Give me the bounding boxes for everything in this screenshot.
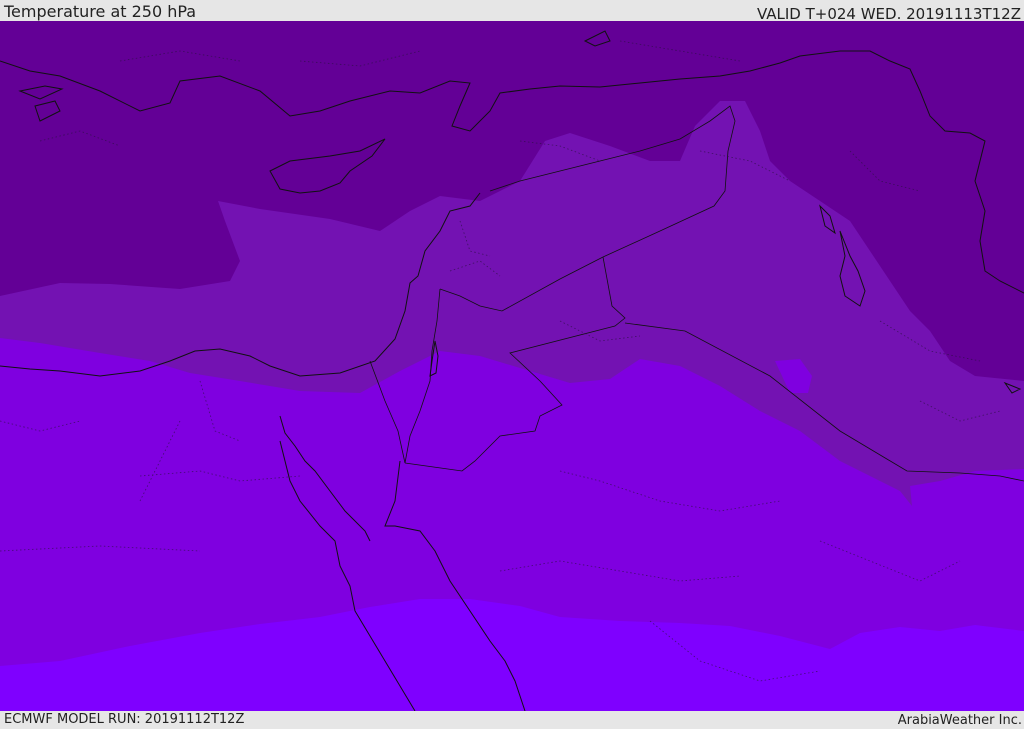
map-title: Temperature at 250 hPa <box>4 2 197 21</box>
temperature-map <box>0 21 1024 711</box>
header-bar: Temperature at 250 hPa VALID T+024 WED. … <box>0 0 1024 23</box>
model-run-label: ECMWF MODEL RUN: 20191112T12Z <box>4 712 245 727</box>
credit-label: ArabiaWeather Inc. <box>897 713 1022 728</box>
footer-bar: ECMWF MODEL RUN: 20191112T12Z ArabiaWeat… <box>0 711 1024 729</box>
